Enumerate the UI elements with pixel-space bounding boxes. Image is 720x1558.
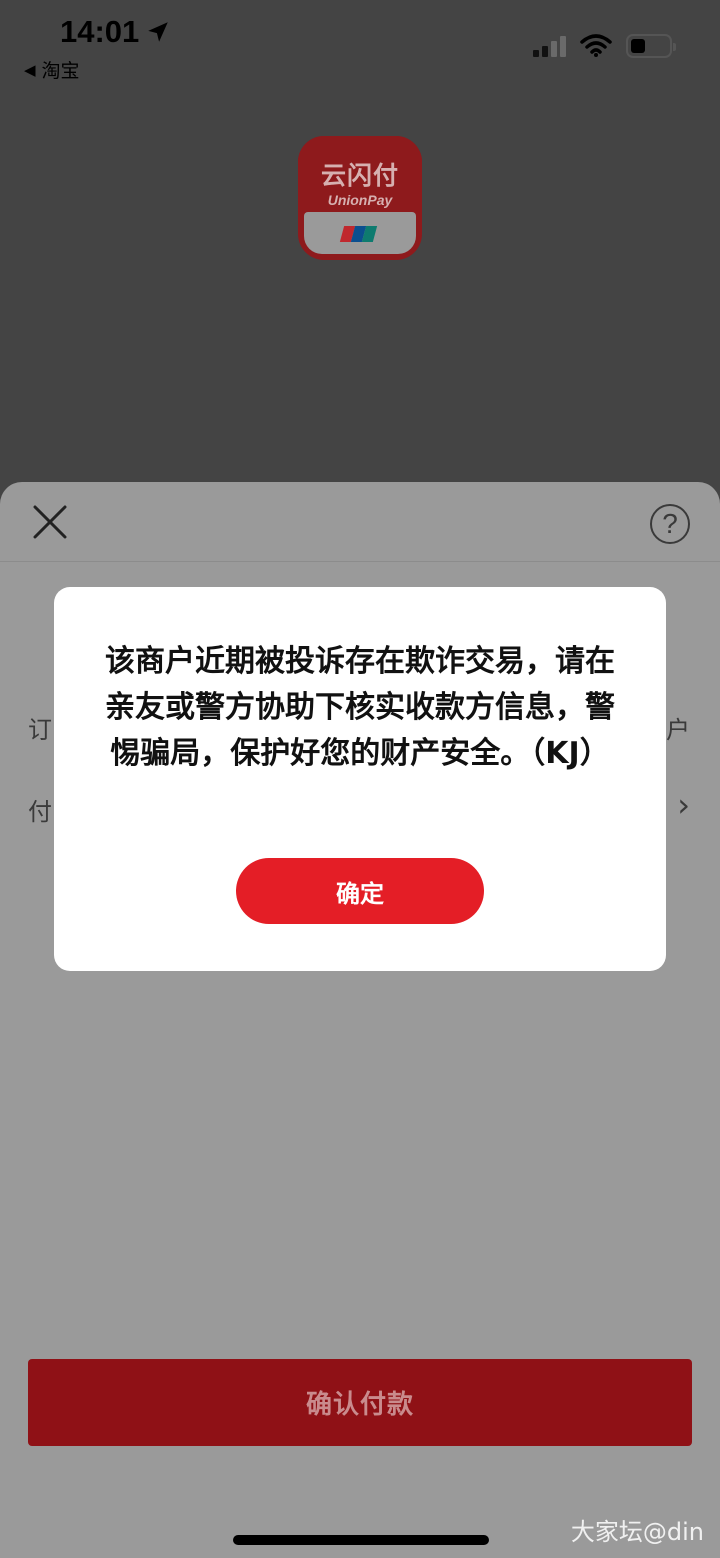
- order-row-label: 订: [28, 716, 52, 744]
- close-icon[interactable]: [32, 504, 68, 540]
- watermark-text: 大家坛@din: [570, 1518, 704, 1546]
- time-text: 14:01: [60, 14, 140, 49]
- home-indicator[interactable]: [233, 1535, 489, 1545]
- fraud-warning-dialog: 该商户近期被投诉存在欺诈交易，请在亲友或警方协助下核实收款方信息，警惕骗局，保护…: [54, 587, 666, 971]
- logo-subtitle: UnionPay: [327, 192, 393, 208]
- status-indicators: [533, 34, 676, 58]
- logo-stripes: [339, 226, 378, 242]
- wifi-icon: [580, 34, 612, 57]
- chevron-right-icon[interactable]: ›: [677, 786, 690, 824]
- battery-icon: [626, 34, 676, 58]
- logo-name: 云闪付: [320, 161, 399, 190]
- ok-button[interactable]: 确定: [236, 858, 484, 924]
- help-icon[interactable]: ?: [650, 504, 690, 544]
- back-triangle-icon: ◀: [24, 60, 36, 79]
- back-app-label: 淘宝: [41, 60, 80, 82]
- confirm-payment-button[interactable]: 确认付款: [28, 1359, 692, 1446]
- payment-method-row-label[interactable]: 付: [28, 792, 52, 827]
- back-to-app-link[interactable]: ◀ 淘宝: [24, 56, 80, 83]
- sheet-header: ?: [0, 482, 720, 562]
- cellular-signal-icon: [533, 35, 566, 57]
- dialog-message: 该商户近期被投诉存在欺诈交易，请在亲友或警方协助下核实收款方信息，警惕骗局，保护…: [105, 644, 615, 771]
- status-time: 14:01: [60, 14, 171, 50]
- unionpay-app-logo: 云闪付 UnionPay: [298, 136, 422, 260]
- order-row-value: 户: [666, 716, 690, 744]
- location-arrow-icon: [148, 22, 169, 42]
